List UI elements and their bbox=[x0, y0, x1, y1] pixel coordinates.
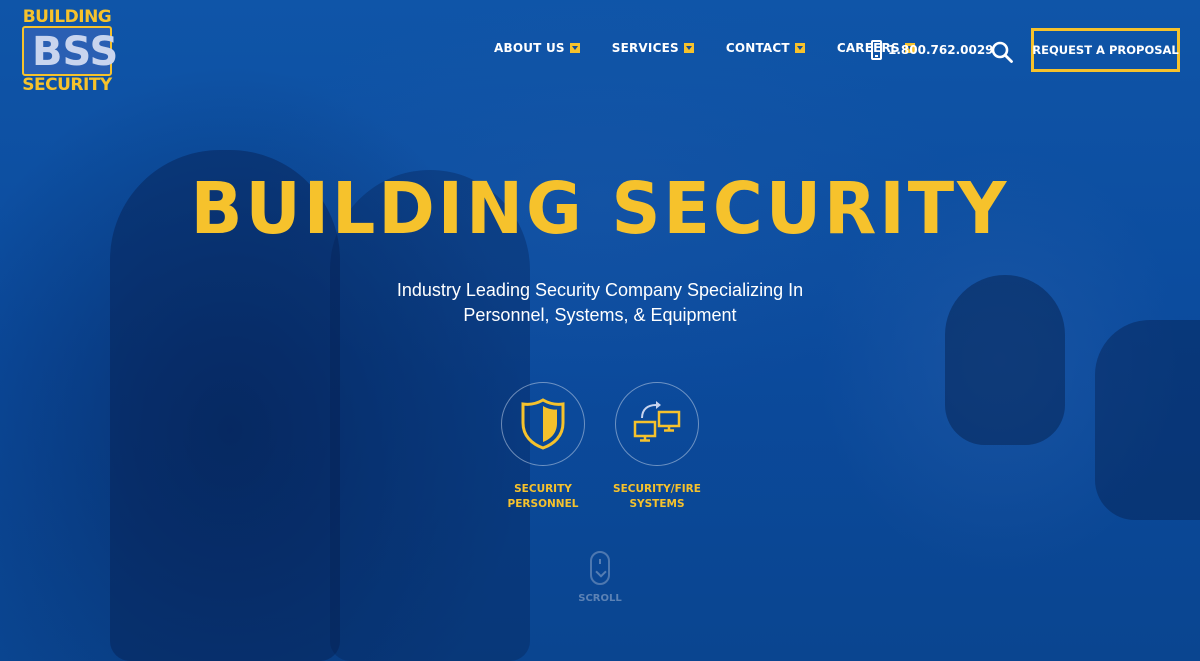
shield-icon bbox=[521, 398, 565, 450]
mobile-phone-icon bbox=[871, 40, 882, 60]
chevron-down-icon bbox=[794, 43, 805, 53]
logo-top-text: BUILDING bbox=[22, 7, 112, 27]
chevron-down-icon bbox=[683, 43, 694, 53]
nav-item-label: CONTACT bbox=[725, 41, 790, 55]
background-bust-sculpture bbox=[945, 275, 1065, 445]
page-title: BUILDING SECURITY bbox=[190, 168, 1010, 251]
search-icon[interactable] bbox=[990, 40, 1014, 64]
site-logo[interactable]: BUILDING BSS SECURITY bbox=[18, 7, 118, 95]
nav-item-contact[interactable]: CONTACT bbox=[726, 41, 805, 55]
nav-item-about-us[interactable]: ABOUT US bbox=[494, 41, 580, 55]
logo-monogram: BSS bbox=[22, 26, 118, 76]
nav-item-label: ABOUT US bbox=[494, 41, 565, 55]
service-security-personnel[interactable]: SECURITY PERSONNEL bbox=[483, 382, 603, 512]
logo-bottom-text: SECURITY bbox=[22, 75, 112, 95]
mouse-scroll-icon bbox=[590, 551, 610, 585]
hero-subtitle-line: Industry Leading Security Company Specia… bbox=[396, 280, 804, 300]
nav-item-label: SERVICES bbox=[611, 41, 679, 55]
chevron-down-icon bbox=[569, 43, 580, 53]
phone-link[interactable]: 1.800.762.0029 bbox=[871, 40, 994, 60]
nav-item-services[interactable]: SERVICES bbox=[612, 41, 694, 55]
service-security-fire-systems[interactable]: SECURITY/FIRE SYSTEMS bbox=[597, 382, 717, 512]
service-icon-circle bbox=[501, 382, 585, 466]
scroll-label: SCROLL bbox=[578, 593, 622, 604]
service-label: SECURITY PERSONNEL bbox=[507, 483, 579, 510]
service-icon-circle bbox=[615, 382, 699, 466]
monitors-icon bbox=[633, 401, 681, 442]
phone-number: 1.800.762.0029 bbox=[888, 43, 994, 57]
request-proposal-button[interactable]: REQUEST A PROPOSAL bbox=[1031, 28, 1180, 72]
service-label: SECURITY/FIRE SYSTEMS bbox=[613, 483, 701, 510]
hero-subtitle-line: Personnel, Systems, & Equipment bbox=[463, 305, 737, 325]
hero-subtitle: Industry Leading Security Company Specia… bbox=[300, 278, 900, 328]
background-bust-sculpture-right bbox=[1095, 320, 1200, 520]
scroll-indicator[interactable]: SCROLL bbox=[570, 551, 630, 604]
logo-monogram-text: BSS bbox=[32, 29, 119, 75]
